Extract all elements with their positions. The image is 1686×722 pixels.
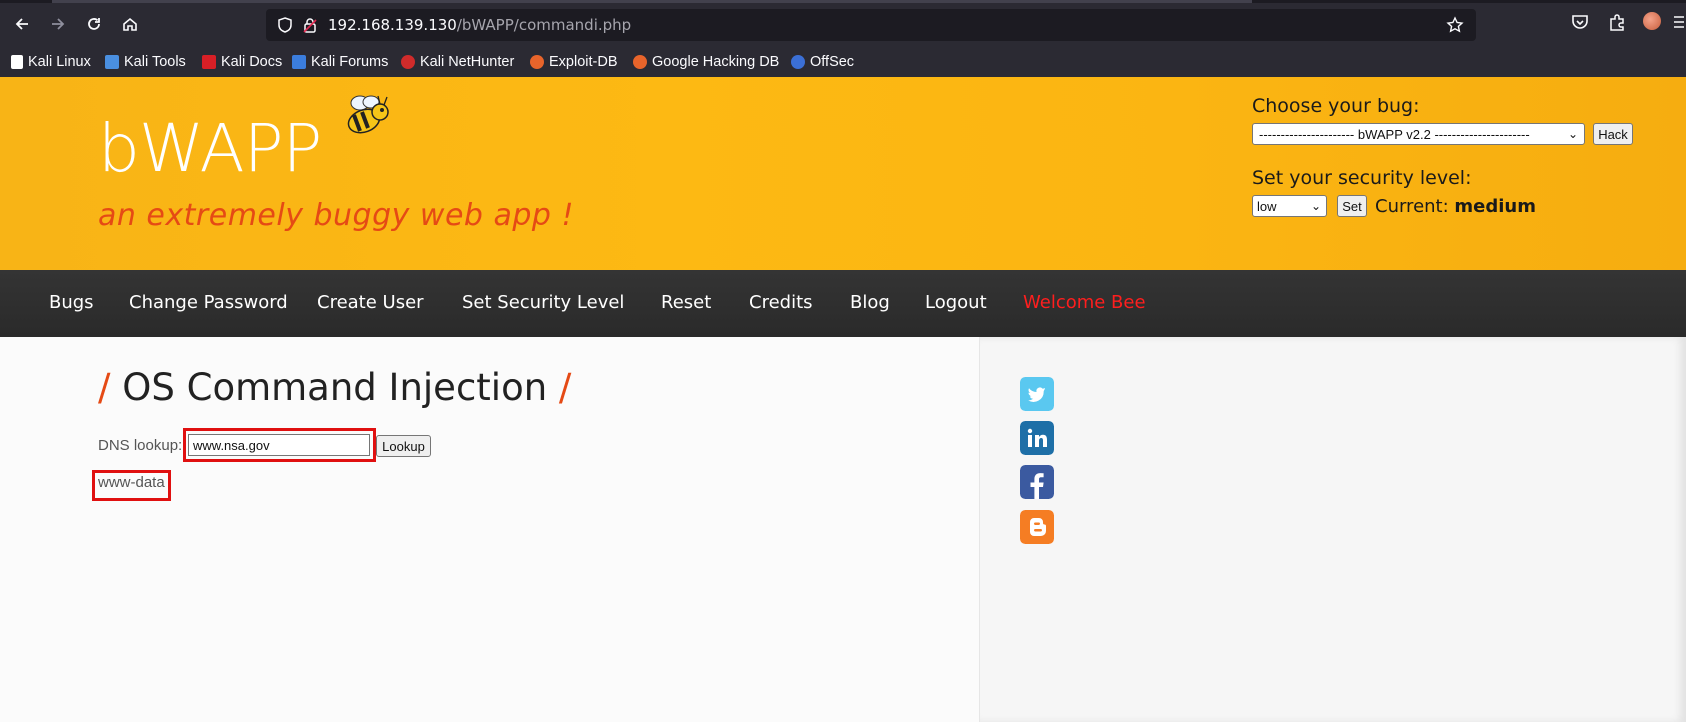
reload-button[interactable] — [80, 10, 108, 38]
pocket-icon[interactable] — [1570, 12, 1590, 32]
bookmark-kali-forums[interactable]: Kali Forums — [292, 51, 388, 73]
title-slash-left: / — [98, 366, 111, 409]
menu-set-security-level[interactable]: Set Security Level — [462, 292, 624, 313]
dns-lookup-label: DNS lookup: — [98, 437, 183, 454]
main-menu: Bugs Change Password Create User Set Sec… — [0, 270, 1686, 337]
bug-select-value: ---------------------- bWAPP v2.2 ------… — [1259, 126, 1530, 142]
dns-lookup-input[interactable]: www.nsa.gov — [188, 434, 370, 456]
menu-change-password[interactable]: Change Password — [129, 292, 288, 313]
url-text[interactable]: 192.168.139.130/bWAPP/commandi.php — [328, 16, 631, 34]
extensions-icon[interactable] — [1607, 12, 1627, 32]
bookmark-kali-tools[interactable]: Kali Tools — [105, 51, 186, 73]
bee-icon — [347, 95, 389, 134]
menu-bugs[interactable]: Bugs — [49, 292, 94, 313]
forward-button[interactable] — [44, 10, 72, 38]
kali-forums-icon — [292, 55, 306, 69]
bookmarks-toolbar: Kali Linux Kali Tools Kali Docs Kali For… — [0, 48, 1686, 77]
lookup-button[interactable]: Lookup — [376, 435, 431, 457]
page-title-text: OS Command Injection — [122, 366, 548, 409]
social-sidebar — [980, 337, 1686, 722]
bug-select[interactable]: ---------------------- bWAPP v2.2 ------… — [1252, 123, 1585, 145]
blogger-icon[interactable] — [1020, 510, 1054, 544]
bookmark-label: Google Hacking DB — [652, 54, 780, 70]
site-header: bWAPP an extremely buggy web app ! Choos… — [0, 77, 1686, 270]
kali-tools-icon — [105, 55, 119, 69]
bookmark-label: OffSec — [810, 54, 855, 70]
bookmark-offsec[interactable]: OffSec — [791, 51, 854, 73]
back-button[interactable] — [8, 10, 36, 38]
menu-credits[interactable]: Credits — [749, 292, 813, 313]
hack-button[interactable]: Hack — [1593, 123, 1633, 145]
chevron-down-icon: ⌄ — [1567, 127, 1578, 141]
bookmark-google-hacking-db[interactable]: Google Hacking DB — [633, 51, 779, 73]
nethunter-icon — [401, 55, 415, 69]
insecure-lock-icon[interactable] — [301, 16, 319, 34]
set-security-button[interactable]: Set — [1337, 195, 1367, 217]
twitter-icon[interactable] — [1020, 377, 1054, 411]
bookmark-kali-linux[interactable]: Kali Linux — [11, 51, 91, 73]
linkedin-icon[interactable] — [1020, 421, 1054, 455]
kali-docs-icon — [202, 55, 216, 69]
welcome-message: Welcome Bee — [1023, 292, 1146, 313]
menu-logout[interactable]: Logout — [925, 292, 987, 313]
bookmark-label: Kali Forums — [311, 54, 389, 70]
ghdb-icon — [633, 55, 647, 69]
choose-bug-label: Choose your bug: — [1252, 95, 1420, 117]
bookmark-exploit-db[interactable]: Exploit-DB — [530, 51, 618, 73]
browser-chrome: 192.168.139.130/bWAPP/commandi.php Kali … — [0, 0, 1686, 77]
offsec-icon — [791, 55, 805, 69]
facebook-icon[interactable] — [1020, 465, 1054, 499]
home-button[interactable] — [116, 10, 144, 38]
kali-dragon-icon — [11, 55, 23, 69]
bookmark-label: Kali Tools — [124, 54, 186, 70]
menu-icon[interactable] — [1674, 12, 1684, 32]
home-icon — [123, 17, 137, 31]
security-level-label: Set your security level: — [1252, 167, 1472, 189]
site-logo[interactable]: bWAPP — [98, 110, 322, 187]
site-tagline: an extremely buggy web app ! — [98, 198, 575, 233]
menu-blog[interactable]: Blog — [850, 292, 890, 313]
tracking-shield-icon[interactable] — [276, 16, 294, 34]
account-avatar[interactable] — [1643, 12, 1661, 30]
security-level-select[interactable]: low ⌄ — [1252, 195, 1327, 217]
current-security: Current: medium — [1375, 196, 1536, 217]
back-arrow-icon — [15, 18, 28, 30]
url-host: 192.168.139.130 — [328, 16, 457, 34]
security-select-value: low — [1257, 198, 1277, 214]
bookmark-kali-nethunter[interactable]: Kali NetHunter — [401, 51, 514, 73]
chevron-down-icon: ⌄ — [1310, 199, 1321, 213]
exploitdb-icon — [530, 55, 544, 69]
reload-icon — [88, 18, 100, 30]
bookmark-label: Kali NetHunter — [420, 54, 515, 70]
bookmark-label: Kali Docs — [221, 54, 283, 70]
title-slash-right: / — [558, 366, 572, 409]
page-title: / OS Command Injection / — [98, 366, 571, 409]
bookmark-kali-docs[interactable]: Kali Docs — [202, 51, 282, 73]
command-output: www-data — [98, 474, 165, 491]
current-label: Current: — [1375, 196, 1449, 217]
browser-toolbar: 192.168.139.130/bWAPP/commandi.php — [0, 0, 1686, 48]
bookmark-label: Exploit-DB — [549, 54, 618, 70]
menu-create-user[interactable]: Create User — [317, 292, 424, 313]
url-bar[interactable]: 192.168.139.130/bWAPP/commandi.php — [266, 9, 1476, 41]
bookmark-star-icon[interactable] — [1446, 16, 1464, 34]
bookmark-label: Kali Linux — [28, 54, 91, 70]
menu-reset[interactable]: Reset — [661, 292, 711, 313]
current-security-value: medium — [1454, 196, 1536, 217]
url-path: /bWAPP/commandi.php — [456, 16, 632, 34]
forward-arrow-icon — [52, 18, 65, 30]
